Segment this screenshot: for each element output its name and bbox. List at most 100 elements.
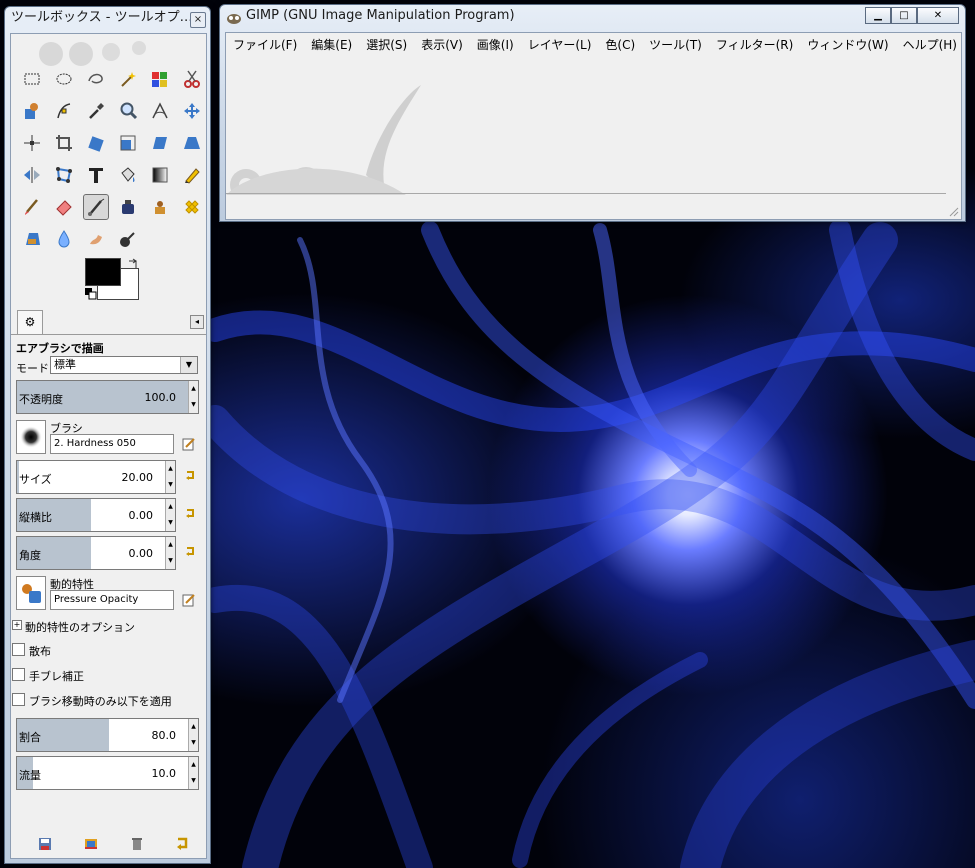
- gimp-title: GIMP (GNU Image Manipulation Program): [246, 8, 515, 23]
- tool-options-bottom-bar: [11, 830, 206, 858]
- tool-button[interactable]: [83, 226, 109, 252]
- flow-spin-arrows[interactable]: ▲ ▼: [188, 757, 198, 789]
- tool-button[interactable]: [147, 130, 173, 156]
- flow-spinscale[interactable]: 流量 10.0 ▲ ▼: [16, 756, 199, 790]
- rate-spin-arrows[interactable]: ▲ ▼: [188, 719, 198, 751]
- mode-select[interactable]: 標準 ▼: [50, 356, 198, 374]
- menu-item[interactable]: 表示(V): [414, 36, 470, 53]
- scatter-checkbox[interactable]: [12, 643, 25, 656]
- save-options-icon[interactable]: [37, 836, 53, 852]
- reset-options-icon[interactable]: [175, 836, 191, 852]
- menu-item[interactable]: ファイル(F): [226, 36, 304, 53]
- tool-button[interactable]: [115, 130, 141, 156]
- tool-button[interactable]: [83, 98, 109, 124]
- default-colors-icon[interactable]: [85, 288, 97, 300]
- menu-item[interactable]: レイヤー(L): [521, 36, 599, 53]
- angle-value: 0.00: [128, 547, 154, 560]
- opacity-spinscale[interactable]: 不透明度 100.0 ▲ ▼: [16, 380, 199, 414]
- tool-button[interactable]: [179, 130, 205, 156]
- tool-button[interactable]: [19, 226, 45, 252]
- tool-button[interactable]: [19, 162, 45, 188]
- smoothing-checkbox[interactable]: [12, 668, 25, 681]
- angle-spinscale[interactable]: 角度 0.00 ▲ ▼: [16, 536, 176, 570]
- tool-button[interactable]: [19, 130, 45, 156]
- tool-button[interactable]: [51, 162, 77, 188]
- smudge-icon: [90, 235, 102, 245]
- menu-item[interactable]: ウィンドウ(W): [800, 36, 895, 53]
- menu-item[interactable]: 色(C): [598, 36, 642, 53]
- reset-angle-icon[interactable]: [184, 545, 198, 559]
- menu-item[interactable]: 画像(I): [470, 36, 521, 53]
- incremental-checkbox[interactable]: [12, 693, 25, 706]
- tool-button[interactable]: [115, 226, 141, 252]
- tool-button[interactable]: [147, 66, 173, 92]
- edit-brush-icon[interactable]: [182, 437, 196, 451]
- size-spinscale[interactable]: サイズ 20.00 ▲ ▼: [16, 460, 176, 494]
- toolbox-title[interactable]: ツールボックス - ツールオプ…: [5, 7, 210, 29]
- tool-button[interactable]: [51, 130, 77, 156]
- tool-button[interactable]: [115, 194, 141, 220]
- tool-button[interactable]: [19, 98, 45, 124]
- close-button[interactable]: ✕: [917, 7, 959, 24]
- gimp-title-bar[interactable]: GIMP (GNU Image Manipulation Program): [220, 5, 965, 27]
- dynamics-preview[interactable]: [16, 576, 46, 610]
- angle-spin-arrows[interactable]: ▲ ▼: [165, 537, 175, 569]
- delete-options-icon[interactable]: [129, 836, 145, 852]
- opacity-label: 不透明度: [19, 393, 63, 406]
- aspect-spin-arrows[interactable]: ▲ ▼: [165, 499, 175, 531]
- dynamics-name-field[interactable]: Pressure Opacity: [50, 590, 174, 610]
- reset-aspect-icon[interactable]: [184, 507, 198, 521]
- tool-button[interactable]: [51, 66, 77, 92]
- brush-preview[interactable]: [16, 420, 46, 454]
- tool-button[interactable]: [51, 98, 77, 124]
- minimize-button[interactable]: ▁: [865, 7, 891, 24]
- foreground-color-swatch[interactable]: [85, 258, 121, 286]
- tab-tool-options[interactable]: ⚙: [17, 310, 43, 334]
- dynamics-options-expander[interactable]: + 動的特性のオプション: [11, 618, 196, 634]
- color-select-icon: [152, 72, 167, 87]
- menu-item[interactable]: フィルター(R): [709, 36, 800, 53]
- restore-options-icon[interactable]: [83, 836, 99, 852]
- tool-button[interactable]: [179, 194, 205, 220]
- tool-button[interactable]: [147, 194, 173, 220]
- move-icon: [184, 103, 200, 119]
- tool-button[interactable]: [51, 226, 77, 252]
- aspect-spinscale[interactable]: 縦横比 0.00 ▲ ▼: [16, 498, 176, 532]
- rate-value: 80.0: [151, 729, 177, 742]
- tool-button[interactable]: [19, 66, 45, 92]
- maximize-button[interactable]: □: [891, 7, 917, 24]
- menu-item[interactable]: 編集(E): [304, 36, 359, 53]
- menu-item[interactable]: 選択(S): [359, 36, 414, 53]
- tool-button[interactable]: [51, 194, 77, 220]
- tool-button[interactable]: [179, 162, 205, 188]
- size-spin-arrows[interactable]: ▲ ▼: [165, 461, 175, 493]
- menu-item[interactable]: ツール(T): [642, 36, 709, 53]
- rate-spinscale[interactable]: 割合 80.0 ▲ ▼: [16, 718, 199, 752]
- tool-button[interactable]: [19, 194, 45, 220]
- toolbox-close-button[interactable]: ×: [190, 12, 206, 28]
- brush-name-field[interactable]: 2. Hardness 050: [50, 434, 174, 454]
- scale-icon: [120, 135, 136, 151]
- color-picker-icon: [89, 103, 104, 119]
- mode-value: 標準: [54, 358, 76, 371]
- tool-button[interactable]: [83, 162, 109, 188]
- tool-button[interactable]: [115, 98, 141, 124]
- resize-grip-icon[interactable]: [949, 207, 959, 217]
- tool-button[interactable]: [83, 130, 109, 156]
- foreground-select-icon: [25, 103, 38, 119]
- tool-button[interactable]: [179, 98, 205, 124]
- tool-button[interactable]: [147, 162, 173, 188]
- tool-button[interactable]: [147, 98, 173, 124]
- menu-item[interactable]: ヘルプ(H): [896, 36, 961, 53]
- tool-button[interactable]: [83, 194, 109, 220]
- rotate-icon: [88, 136, 104, 152]
- tool-button[interactable]: [83, 66, 109, 92]
- tool-button[interactable]: [115, 66, 141, 92]
- tool-button[interactable]: [115, 162, 141, 188]
- tool-button[interactable]: [179, 66, 205, 92]
- tab-menu-button[interactable]: ◂: [190, 315, 204, 329]
- reset-size-icon[interactable]: [184, 469, 198, 483]
- edit-dynamics-icon[interactable]: [182, 593, 196, 607]
- swap-colors-icon[interactable]: [127, 258, 139, 270]
- opacity-spin-arrows[interactable]: ▲ ▼: [188, 381, 198, 413]
